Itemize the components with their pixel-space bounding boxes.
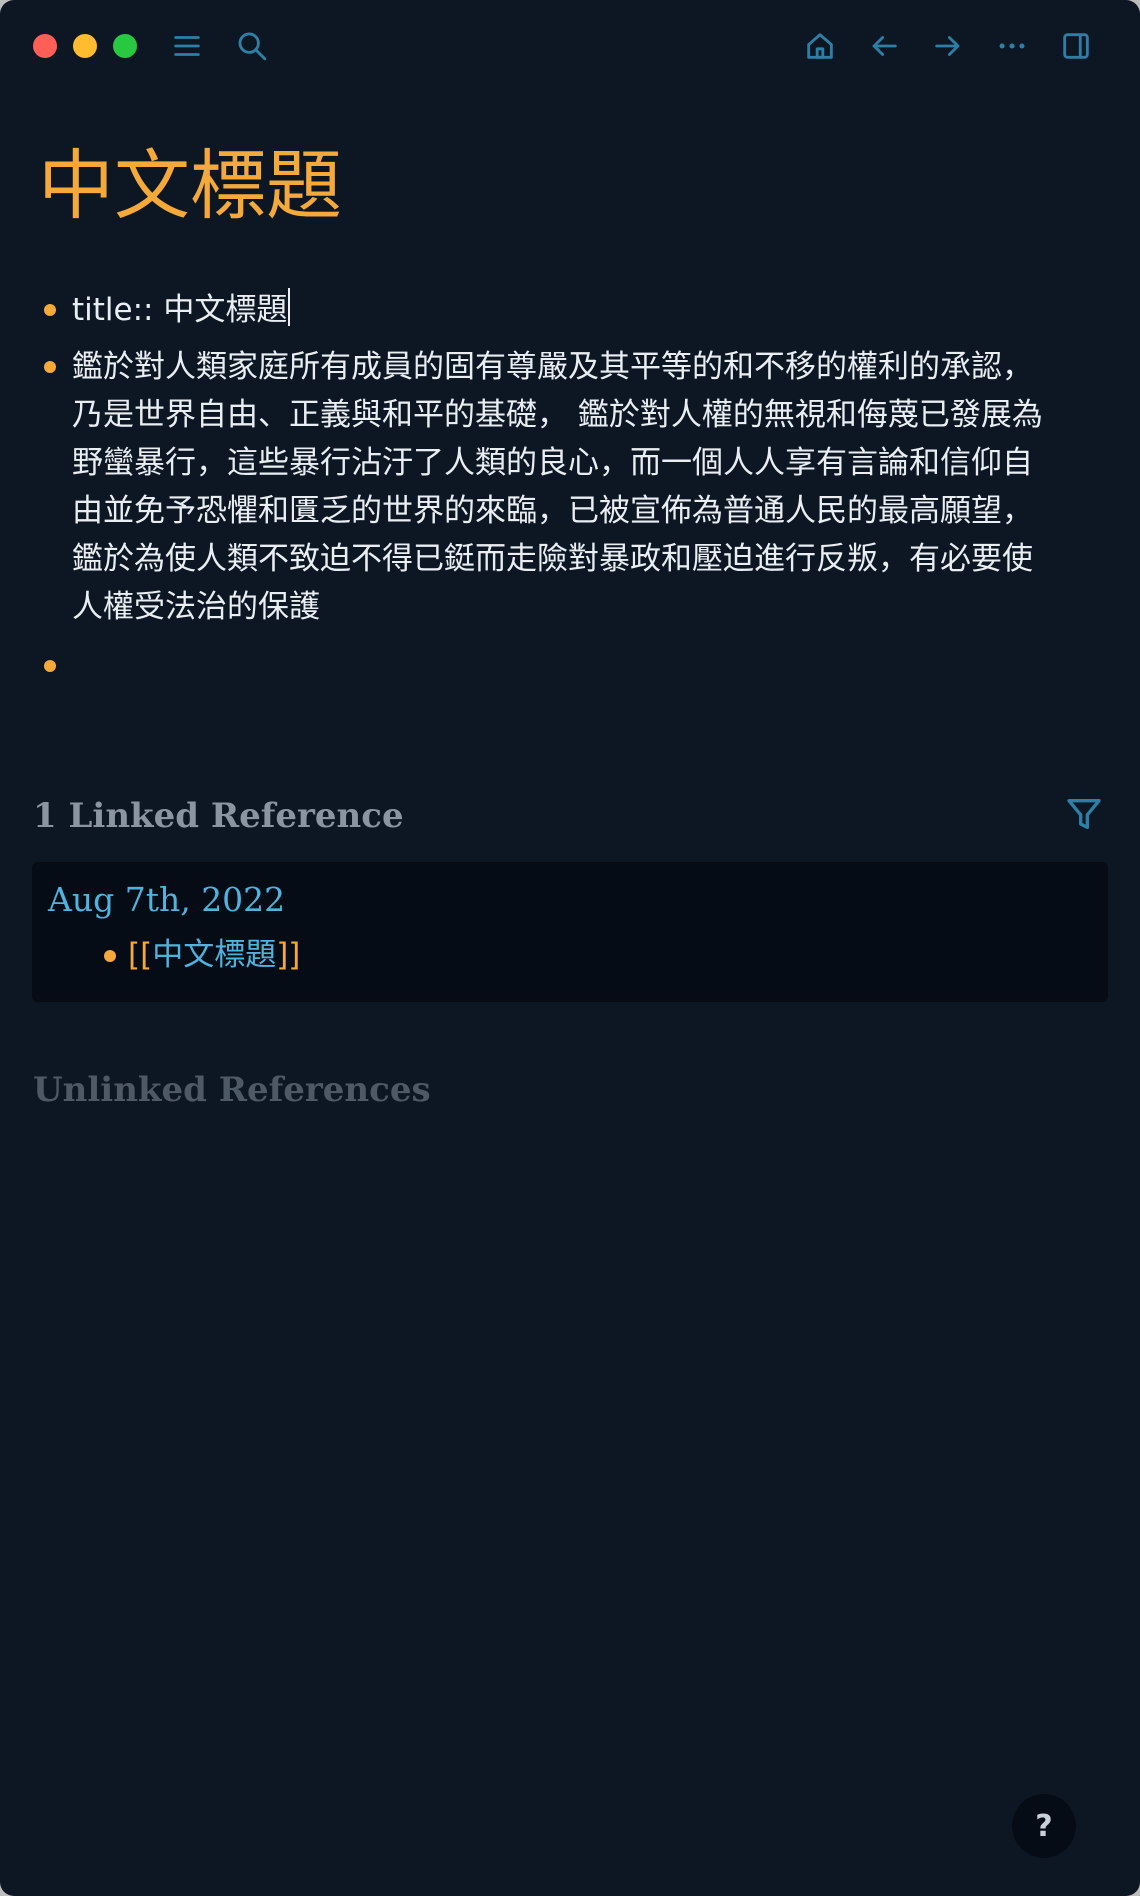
sidebar-toggle-icon[interactable] bbox=[1056, 26, 1096, 66]
block-text: title:: 中文標題 bbox=[72, 292, 288, 328]
window-minimize-button[interactable] bbox=[73, 34, 97, 58]
block-paragraph[interactable]: 鑑於對人類家庭所有成員的固有尊嚴及其平等的和不移的權利的承認， 乃是世界自由、正… bbox=[44, 343, 1084, 633]
linked-reference-card: Aug 7th, 2022 [[中文標題]] bbox=[32, 862, 1108, 1002]
link-close-bracket: ]] bbox=[276, 937, 301, 973]
reference-block-bullet[interactable] bbox=[104, 950, 116, 962]
block-bullet[interactable] bbox=[44, 361, 56, 373]
block-editor[interactable]: title:: 中文標題 bbox=[72, 286, 1084, 334]
page-reference-link[interactable]: 中文標題 bbox=[152, 937, 276, 973]
title-bar bbox=[0, 0, 1140, 92]
block-bullet[interactable] bbox=[44, 304, 56, 316]
app-window: 中文標題 title:: 中文標題 鑑於對人類家庭所有成員的固有尊嚴及其平等的和… bbox=[0, 0, 1140, 1896]
more-icon[interactable] bbox=[992, 26, 1032, 66]
reference-block[interactable]: [[中文標題]] bbox=[128, 932, 300, 978]
window-close-button[interactable] bbox=[33, 34, 57, 58]
search-icon[interactable] bbox=[232, 26, 272, 66]
text-caret bbox=[288, 288, 291, 326]
page-title[interactable]: 中文標題 bbox=[38, 140, 342, 231]
arrow-left-icon[interactable] bbox=[864, 26, 904, 66]
block-property[interactable]: title:: 中文標題 bbox=[44, 286, 1084, 334]
block-empty[interactable] bbox=[44, 642, 1084, 690]
window-maximize-button[interactable] bbox=[113, 34, 137, 58]
block-bullet[interactable] bbox=[44, 660, 56, 672]
help-button[interactable]: ? bbox=[1012, 1794, 1076, 1858]
linked-references-title[interactable]: 1 Linked Reference bbox=[33, 796, 404, 836]
link-open-bracket: [[ bbox=[128, 937, 153, 973]
unlinked-references-title[interactable]: Unlinked References bbox=[33, 1070, 431, 1110]
menu-icon[interactable] bbox=[167, 26, 207, 66]
home-icon[interactable] bbox=[800, 26, 840, 66]
filter-icon[interactable] bbox=[1064, 794, 1104, 834]
arrow-right-icon[interactable] bbox=[928, 26, 968, 66]
block-text[interactable]: 鑑於對人類家庭所有成員的固有尊嚴及其平等的和不移的權利的承認， 乃是世界自由、正… bbox=[72, 343, 1084, 631]
reference-page-date[interactable]: Aug 7th, 2022 bbox=[48, 880, 285, 919]
